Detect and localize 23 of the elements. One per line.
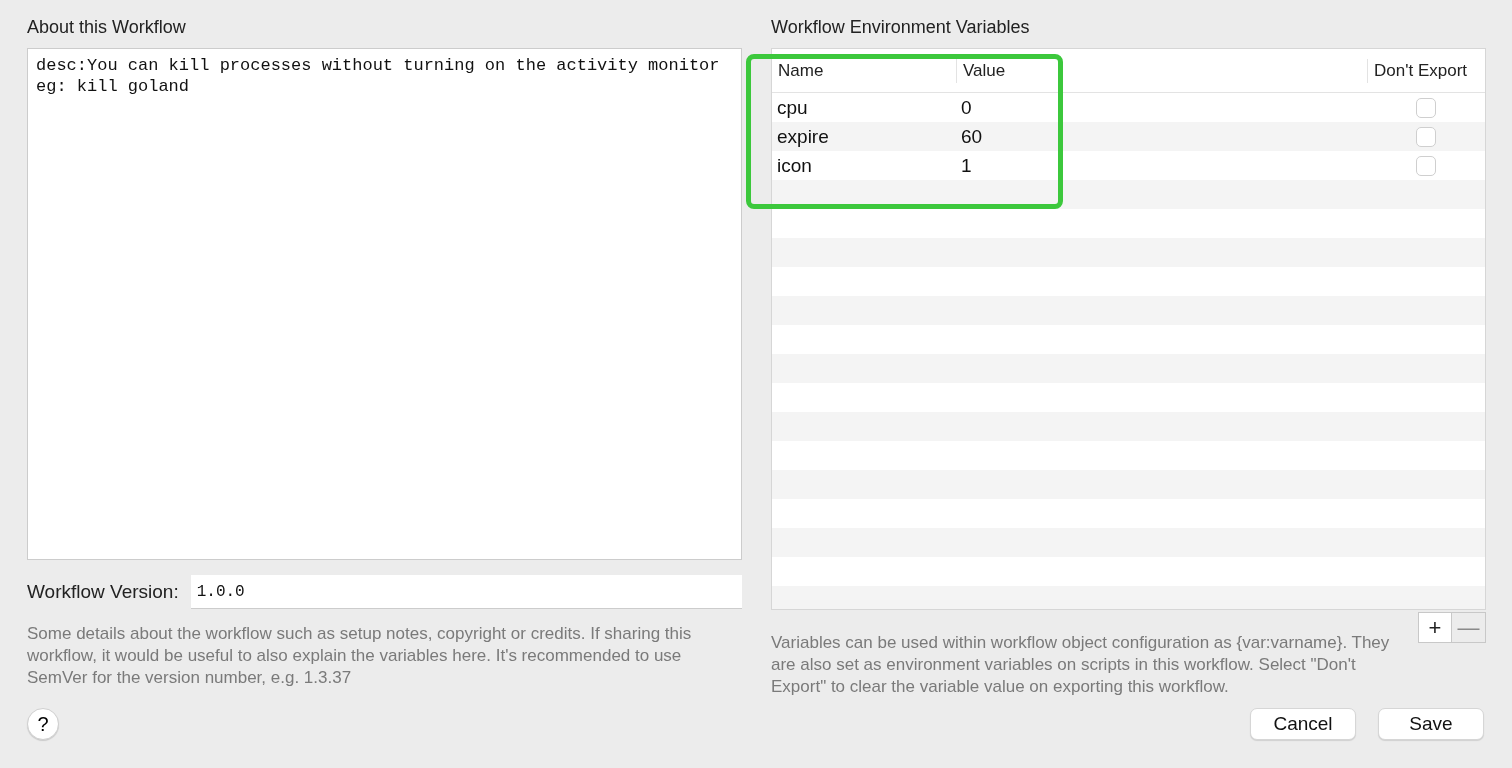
table-cell-text: 1 [960, 154, 973, 177]
checkbox[interactable] [1416, 155, 1436, 176]
help-text: Some details about the workflow such as setup notes, copyright or credits. If sharing this workflow, it would be useful to also explain the variables here. It's recommended to use SemVer for the version number, e.g. 1.3.37 [27, 623, 693, 689]
help-button[interactable]: ? [27, 708, 59, 740]
checkbox[interactable] [1416, 126, 1436, 147]
column-header[interactable]: Don't Export [1367, 58, 1485, 83]
version-field[interactable]: 1.0.0 [190, 575, 742, 609]
dialog-button[interactable]: Save [1378, 708, 1484, 740]
checkbox[interactable] [1416, 97, 1436, 118]
table-cell-text: 60 [960, 125, 984, 148]
description-field[interactable]: desc:You can kill processes without turning on the activity monitor eg: kill goland [27, 48, 742, 560]
dialog-button[interactable]: Cancel [1250, 708, 1356, 740]
help-text: Variables can be used within workflow object configuration as {var:varname}. They are also set as environment variables on scripts in this workflow. Select "Don't Export" to clear the variable value on exporting this workflow. [771, 632, 1391, 698]
column-header[interactable]: Value [956, 58, 1367, 83]
table-cell-text: cpu [776, 96, 809, 119]
column-header[interactable]: Name [772, 58, 956, 83]
section-title: Workflow Environment Variables [771, 16, 1031, 39]
version-label: Workflow Version: [27, 581, 179, 603]
table-cell-text: expire [776, 125, 830, 148]
section-title: About this Workflow [27, 16, 187, 39]
add-button[interactable]: + [1418, 612, 1452, 643]
table-cell-text: icon [776, 154, 813, 177]
table-cell-text: 0 [960, 96, 973, 119]
